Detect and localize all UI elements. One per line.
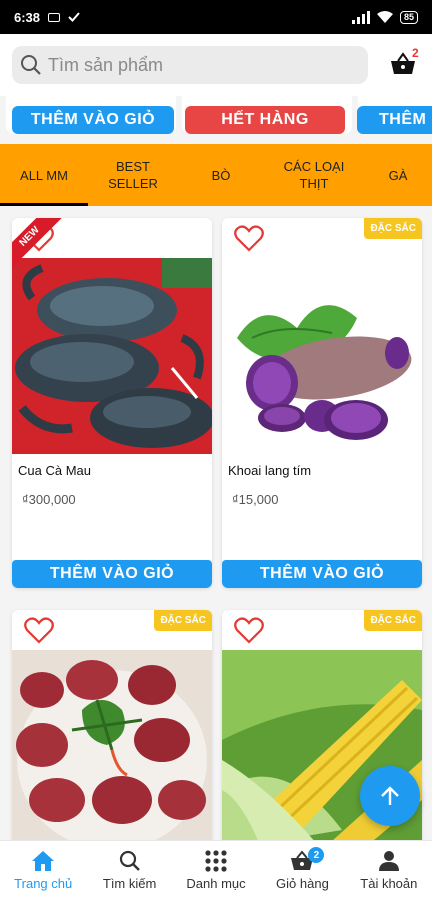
grid-icon <box>205 850 227 872</box>
home-icon <box>32 851 55 871</box>
featured-tag: ĐẶC SẮC <box>364 610 422 631</box>
wifi-icon <box>376 11 393 23</box>
heart-icon[interactable] <box>234 224 264 252</box>
product-price: ₫15,000 <box>232 492 279 507</box>
nav-home[interactable]: Trang chủ <box>0 841 86 900</box>
search-bar[interactable] <box>12 46 368 84</box>
app-header: 2 <box>0 34 432 96</box>
battery-icon: 85 <box>399 10 418 24</box>
product-image <box>12 650 212 840</box>
featured-tag: ĐẶC SẮC <box>154 610 212 631</box>
bottom-nav: Trang chủ Tìm kiếm Danh mục 2 Giỏ hàng T… <box>0 840 432 900</box>
add-to-cart-button[interactable]: THÊM VÀO GIỎ <box>12 106 174 134</box>
product-card[interactable]: NEW Cua Cà Mau ₫300,000 THÊM VÀO GIỎ <box>12 218 212 588</box>
search-icon <box>119 850 140 871</box>
add-to-cart-button[interactable]: THÊM VÀO GIỎ <box>12 560 212 588</box>
status-bar: 6:38 85 <box>0 0 432 34</box>
product-image <box>222 258 422 454</box>
tab-bo[interactable]: BÒ <box>178 144 264 206</box>
nav-search[interactable]: Tìm kiếm <box>86 841 172 900</box>
tab-ga[interactable]: GÀ <box>364 144 432 206</box>
add-to-cart-button[interactable]: THÊM VÀO GIỎ <box>222 560 422 588</box>
nav-label: Giỏ hàng <box>276 876 329 891</box>
header-cart-button[interactable]: 2 <box>390 46 420 82</box>
cart-count-badge: 2 <box>412 46 419 60</box>
tab-best-seller[interactable]: BEST SELLER <box>88 144 178 206</box>
category-tabs: ALL MM BEST SELLER BÒ CÁC LOẠI THỊT GÀ <box>0 144 432 206</box>
product-card[interactable]: ĐẶC SẮC <box>12 610 212 840</box>
search-input[interactable] <box>48 54 348 76</box>
nav-label: Danh mục <box>186 876 246 891</box>
search-icon <box>21 55 41 75</box>
add-to-cart-button[interactable]: THÊM <box>357 106 432 134</box>
featured-carousel: THÊM VÀO GIỎ HẾT HÀNG THÊM <box>0 96 432 144</box>
notification-icon <box>48 12 61 22</box>
status-time: 6:38 <box>14 9 41 25</box>
tab-label: GÀ <box>388 167 408 183</box>
nav-label: Tài khoản <box>360 876 418 891</box>
signal-icon <box>351 10 370 24</box>
product-name: Cua Cà Mau <box>18 463 91 478</box>
tab-label: BÒ <box>211 167 231 183</box>
product-image <box>12 258 212 454</box>
nav-label: Trang chủ <box>14 876 73 891</box>
scroll-top-button[interactable] <box>360 766 420 826</box>
user-icon <box>378 851 399 871</box>
tab-label: BEST SELLER <box>108 159 158 191</box>
tab-cac-loai-thit[interactable]: CÁC LOẠI THỊT <box>264 144 364 206</box>
product-card[interactable]: ĐẶC SẮC Khoai lang tím ₫15,000 THÊM VÀO … <box>222 218 422 588</box>
nav-cart[interactable]: 2 Giỏ hàng <box>259 841 345 900</box>
product-price: ₫300,000 <box>22 492 76 507</box>
check-icon <box>68 12 80 22</box>
nav-label: Tìm kiếm <box>102 876 157 891</box>
arrow-up-icon <box>381 786 399 805</box>
tab-label: CÁC LOẠI THỊT <box>283 159 345 191</box>
featured-tag: ĐẶC SẮC <box>364 218 422 239</box>
product-grid: NEW Cua Cà Mau ₫300,000 THÊM VÀO GIỎ ĐẶC… <box>0 206 432 840</box>
product-name: Khoai lang tím <box>228 463 312 478</box>
tab-all-mm[interactable]: ALL MM <box>0 144 88 206</box>
tab-label: ALL MM <box>20 167 68 183</box>
nav-account[interactable]: Tài khoản <box>346 841 432 900</box>
cart-badge: 2 <box>308 847 325 863</box>
nav-categories[interactable]: Danh mục <box>173 841 259 900</box>
heart-icon[interactable] <box>24 616 54 644</box>
heart-icon[interactable] <box>234 616 264 644</box>
out-of-stock-button[interactable]: HẾT HÀNG <box>185 106 345 134</box>
